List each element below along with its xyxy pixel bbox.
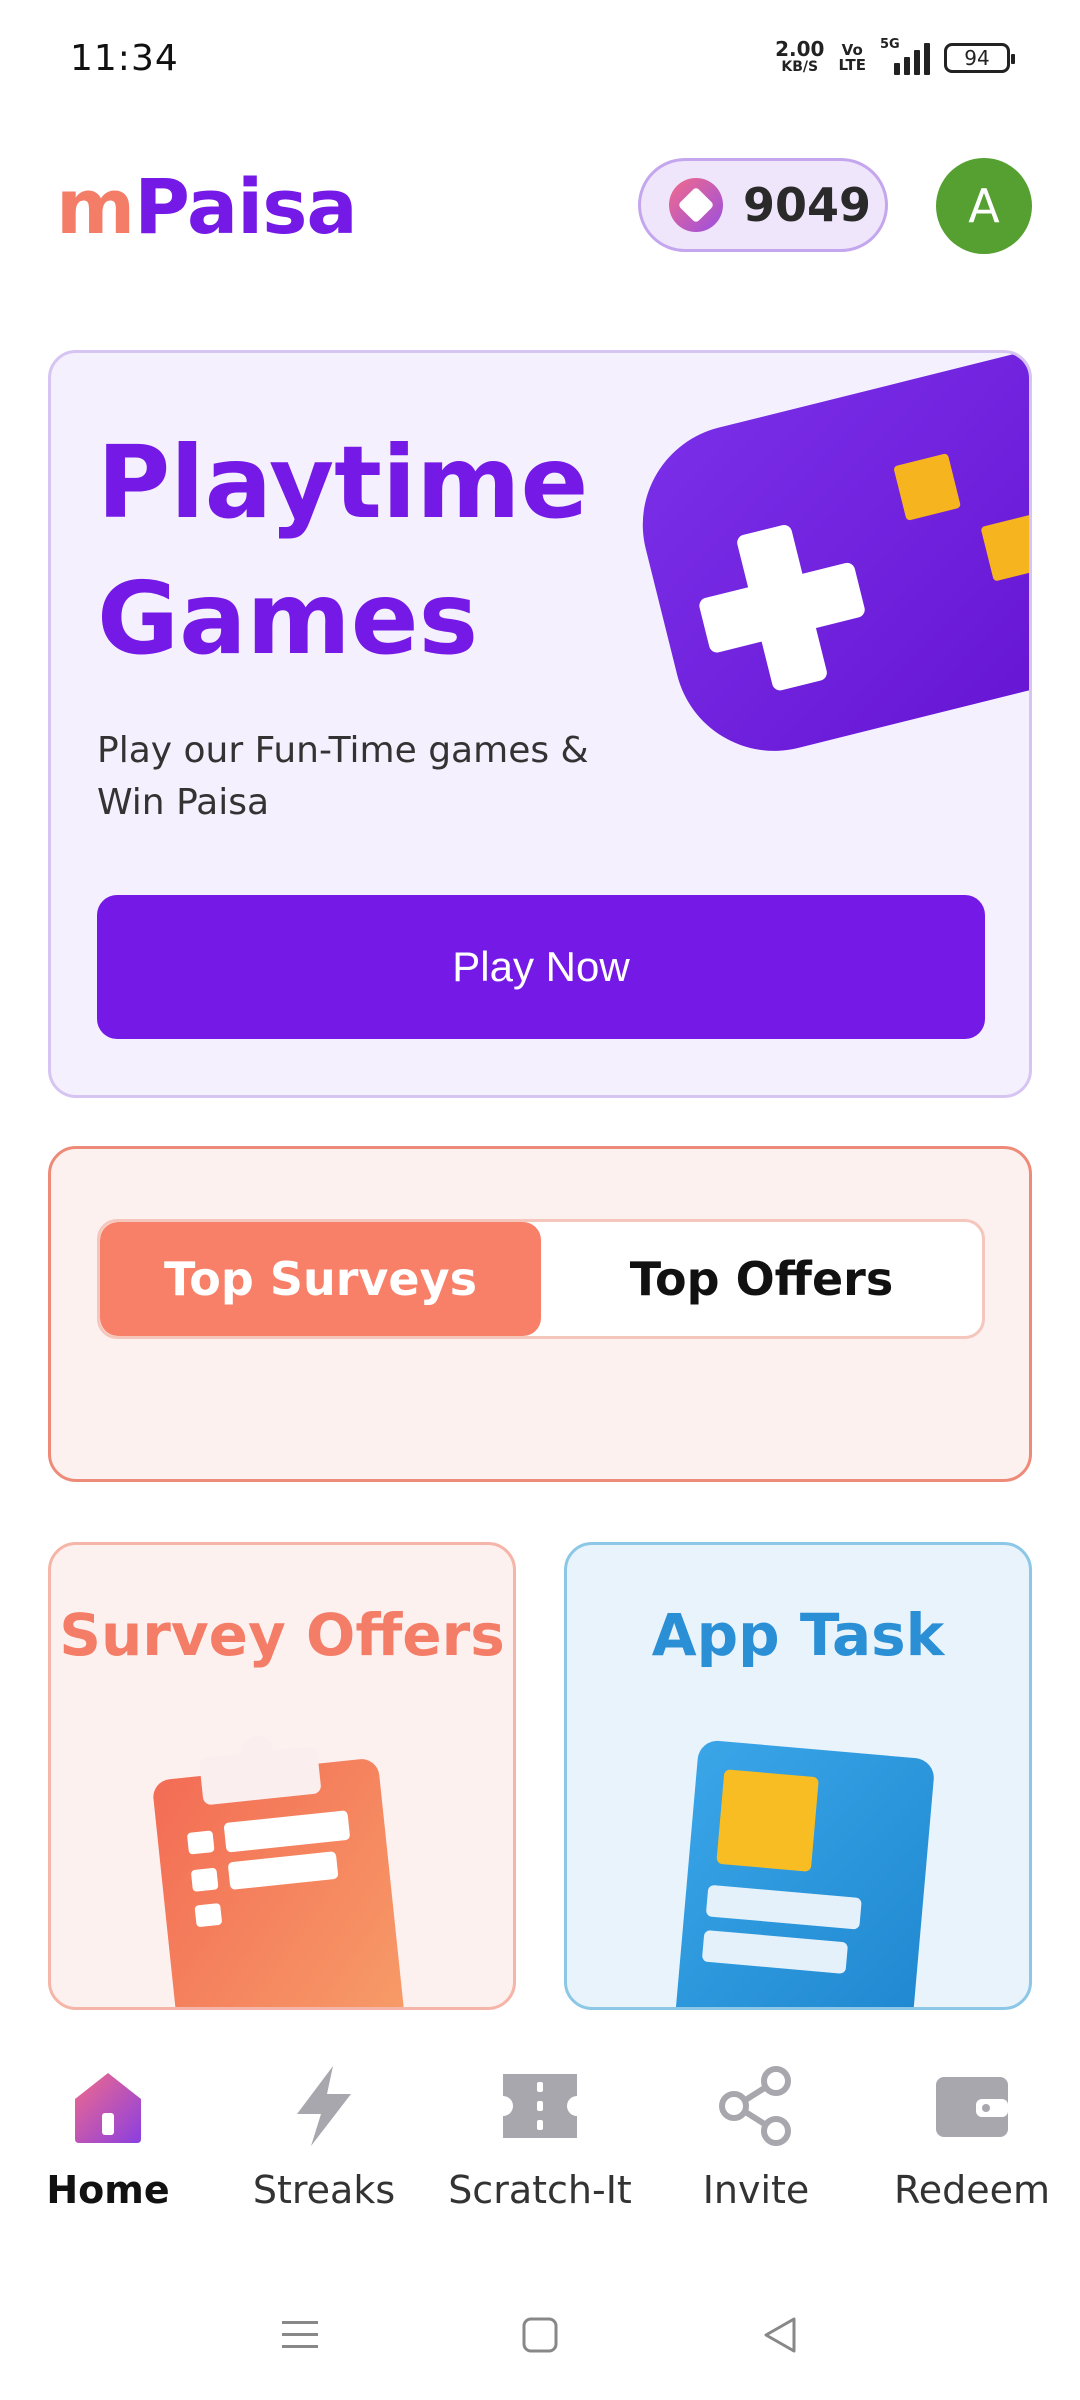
app-logo: mPaisa bbox=[56, 162, 358, 251]
app-task-card[interactable]: App Task bbox=[564, 1542, 1032, 2010]
bottom-navigation: Home Streaks Scratch-It Invite Redeem bbox=[0, 2040, 1080, 2240]
battery-level: 94 bbox=[964, 46, 990, 70]
playtime-games-card[interactable]: Playtime Games Play our Fun-Time games &… bbox=[48, 350, 1032, 1098]
nav-label-scratch-it: Scratch-It bbox=[448, 2168, 632, 2212]
nav-item-scratch-it[interactable]: Scratch-It bbox=[432, 2040, 648, 2240]
surveys-offers-toggle: Top Surveys Top Offers bbox=[97, 1219, 985, 1339]
app-task-title: App Task bbox=[651, 1601, 945, 1669]
lightning-icon bbox=[282, 2064, 366, 2148]
avatar[interactable]: A bbox=[936, 158, 1032, 254]
coins-balance[interactable]: 9049 bbox=[638, 158, 888, 252]
network-speed: 2.00 KB/S bbox=[775, 39, 824, 76]
system-navigation bbox=[0, 2290, 1080, 2380]
avatar-initial: A bbox=[968, 179, 1000, 233]
playtime-title-line1: Playtime bbox=[97, 424, 589, 541]
game-controller-icon bbox=[642, 353, 1029, 751]
nav-item-home[interactable]: Home bbox=[0, 2040, 216, 2240]
volte-bottom: LTE bbox=[838, 56, 866, 74]
signal-icon: 5G bbox=[880, 37, 930, 75]
back-icon[interactable] bbox=[760, 2315, 800, 2355]
nav-item-redeem[interactable]: Redeem bbox=[864, 2040, 1080, 2240]
playtime-title-line2: Games bbox=[97, 560, 479, 677]
survey-offers-title: Survey Offers bbox=[59, 1601, 505, 1669]
network-type: 5G bbox=[880, 37, 900, 52]
logo-paisa: Paisa bbox=[134, 162, 358, 251]
playtime-subtitle: Play our Fun-Time games & Win Paisa bbox=[97, 730, 589, 823]
home-icon bbox=[66, 2064, 150, 2148]
nav-label-streaks: Streaks bbox=[252, 2168, 396, 2212]
survey-offers-card[interactable]: Survey Offers bbox=[48, 1542, 516, 2010]
clipboard-icon bbox=[153, 1736, 404, 2007]
ticket-icon bbox=[498, 2064, 582, 2148]
nav-label-home: Home bbox=[46, 2168, 170, 2212]
tab-top-offers[interactable]: Top Offers bbox=[541, 1222, 982, 1336]
share-icon bbox=[714, 2064, 798, 2148]
coin-icon bbox=[669, 178, 723, 232]
menu-icon[interactable] bbox=[280, 2315, 320, 2355]
nav-label-redeem: Redeem bbox=[894, 2168, 1050, 2212]
battery-icon: 94 bbox=[944, 43, 1015, 73]
volte-icon: Vo LTE bbox=[838, 43, 866, 73]
status-bar: 11:34 2.00 KB/S Vo LTE 5G 94 bbox=[0, 0, 1080, 120]
play-now-button[interactable]: Play Now bbox=[97, 895, 985, 1039]
document-icon bbox=[675, 1740, 934, 2007]
wallet-icon bbox=[930, 2064, 1014, 2148]
status-time: 11:34 bbox=[70, 38, 179, 79]
home-button-icon[interactable] bbox=[520, 2315, 560, 2355]
surveys-offers-card: Top Surveys Top Offers bbox=[48, 1146, 1032, 1482]
nav-label-invite: Invite bbox=[702, 2168, 810, 2212]
tab-top-surveys[interactable]: Top Surveys bbox=[100, 1222, 541, 1336]
logo-m: m bbox=[56, 162, 135, 251]
nav-item-streaks[interactable]: Streaks bbox=[216, 2040, 432, 2240]
status-indicators: 2.00 KB/S Vo LTE 5G 94 bbox=[775, 37, 1015, 76]
playtime-title: Playtime Games bbox=[97, 415, 657, 687]
nav-item-invite[interactable]: Invite bbox=[648, 2040, 864, 2240]
coins-value: 9049 bbox=[743, 178, 872, 232]
network-speed-unit: KB/S bbox=[781, 59, 819, 75]
